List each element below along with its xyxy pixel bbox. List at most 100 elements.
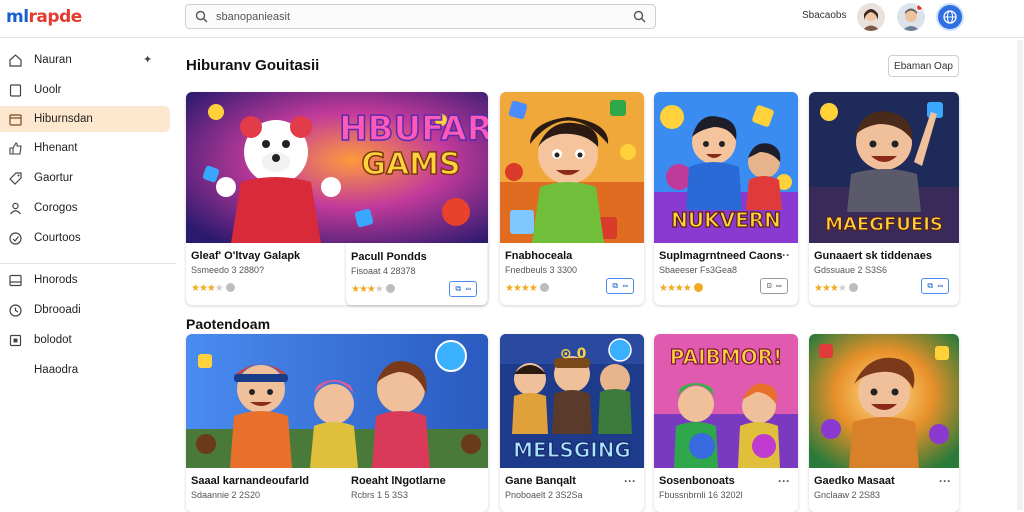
game-title[interactable]: Sosenbonoats bbox=[659, 475, 735, 487]
open-button[interactable]: ⧉ ▭ bbox=[921, 278, 949, 294]
search-bar[interactable] bbox=[185, 4, 656, 29]
game-subtitle: Fbussnbrnli 16 3202l bbox=[659, 490, 743, 500]
logo-part-1: ml bbox=[6, 7, 29, 27]
section-title-recommended: Paotendoam bbox=[186, 316, 271, 332]
rating-stars: ★★★★ bbox=[814, 282, 858, 294]
bookmark-icon bbox=[8, 83, 23, 98]
game-thumbnail: ⊙ 0 MELSGING bbox=[500, 334, 644, 468]
rating-stars: ★★★★ bbox=[191, 282, 235, 294]
sidebar-item-label: Dbrooadi bbox=[34, 304, 81, 316]
game-card[interactable]: Fnabhoceala Fnedbeuls 3 3300 ★★★★ ⧉ ▭ bbox=[500, 92, 644, 305]
search-submit-icon[interactable] bbox=[633, 10, 646, 28]
sidebar-item-label: Hnorods bbox=[34, 274, 78, 286]
more-options-icon[interactable]: ··· bbox=[778, 248, 790, 262]
art-title-line-2: GAMS bbox=[361, 147, 460, 182]
sidebar: Nauran ✦ Uoolr Hiburnsdan Hhenant Gaortu… bbox=[0, 39, 176, 512]
rating-stars: ★★★★ bbox=[505, 282, 549, 294]
game-thumbnail: HBUFAR GAMS bbox=[186, 92, 488, 243]
game-title[interactable]: Pacull Pondds bbox=[351, 251, 427, 263]
game-subtitle: Rcbrs 1 5 3S3 bbox=[351, 490, 409, 500]
sidebar-item-label: Hhenant bbox=[34, 142, 78, 154]
more-options-icon[interactable]: ··· bbox=[939, 474, 951, 488]
section-title-featured: Hiburanv Gouitasii bbox=[186, 57, 320, 74]
logo[interactable]: mlrapde bbox=[6, 7, 82, 27]
art-title-line-1: HBUFAR bbox=[339, 109, 488, 149]
sidebar-item-label: Gaortur bbox=[34, 172, 73, 184]
home-icon bbox=[8, 53, 23, 68]
sidebar-item-label: Nauran bbox=[34, 54, 72, 66]
game-card[interactable]: Gaedko Masaat ··· Gnclaaw 2 2S83 bbox=[809, 334, 959, 512]
avatar-with-notification[interactable] bbox=[897, 3, 925, 31]
game-subtitle: Sbaeeser Fs3Gea8 bbox=[659, 265, 738, 275]
sidebar-item-dbrooadi[interactable]: Dbrooadi bbox=[0, 297, 170, 323]
game-thumbnail bbox=[500, 92, 644, 243]
view-all-button[interactable]: Ebaman Oap bbox=[888, 55, 959, 77]
sidebar-item-bolodot[interactable]: bolodot bbox=[0, 327, 170, 353]
sidebar-item-label: bolodot bbox=[34, 334, 72, 346]
top-bar: mlrapde Sbacaobs bbox=[0, 0, 1024, 38]
sidebar-item-label: Corogos bbox=[34, 202, 78, 214]
game-thumbnail: MAEGFUEIS bbox=[809, 92, 959, 243]
game-card[interactable]: ⊙ 0 MELSGING Gane Banqalt ··· Pnoboaelt … bbox=[500, 334, 644, 512]
sidebar-item-label: Uoolr bbox=[34, 84, 62, 96]
game-title[interactable]: Fnabhoceala bbox=[505, 250, 572, 262]
game-subtitle: Pnoboaelt 2 3S2Sa bbox=[505, 490, 583, 500]
game-thumbnail: NUKVERN bbox=[654, 92, 798, 243]
game-subtitle: Ssmeedo 3 2880? bbox=[191, 265, 265, 275]
rating-stars: ★★★★ bbox=[659, 282, 703, 294]
sidebar-divider bbox=[0, 263, 176, 264]
pin-icon[interactable]: ✦ bbox=[143, 53, 152, 66]
game-card[interactable]: Pacull Pondds Fisoaat 4 28378 ★★★★ ⧉ ▭ bbox=[346, 243, 487, 305]
globe-icon[interactable] bbox=[936, 3, 964, 31]
sidebar-item-haaodra[interactable]: Haaodra bbox=[0, 357, 170, 383]
open-button[interactable]: ⧉ ▭ bbox=[449, 281, 477, 297]
sidebar-item-hnorods[interactable]: Hnorods bbox=[0, 267, 170, 293]
thumbs-up-icon bbox=[8, 141, 23, 156]
game-title[interactable]: Saaal karnandeoufarld bbox=[191, 475, 309, 487]
game-card[interactable]: Roeaht lNgotlarne Rcbrs 1 5 3S3 bbox=[346, 468, 487, 512]
art-title: MAEGFUEIS bbox=[825, 214, 943, 235]
sidebar-item-nauran[interactable]: Nauran ✦ bbox=[0, 47, 170, 73]
game-card[interactable]: PAIBMOR! Sosenbonoats ··· Fbussnbrnli 16… bbox=[654, 334, 798, 512]
game-thumbnail: PAIBMOR! bbox=[654, 334, 798, 468]
sidebar-item-hiburnsdan[interactable]: Hiburnsdan bbox=[0, 106, 170, 132]
sidebar-item-label: Haaodra bbox=[34, 364, 79, 376]
art-title: NUKVERN bbox=[671, 208, 781, 232]
cloud-icon bbox=[8, 231, 23, 246]
open-button[interactable]: ⊡ ▭ bbox=[760, 278, 788, 294]
more-options-icon[interactable]: ··· bbox=[778, 474, 790, 488]
game-title[interactable]: Suplmagrntneed Caons bbox=[659, 250, 782, 262]
game-card[interactable]: NUKVERN Suplmagrntneed Caons ··· Sbaeese… bbox=[654, 92, 798, 305]
search-input[interactable] bbox=[216, 8, 606, 25]
game-title[interactable]: Roeaht lNgotlarne bbox=[351, 475, 446, 487]
sidebar-item-corogos[interactable]: Corogos bbox=[0, 195, 170, 221]
art-badge: ⊙ 0 bbox=[560, 346, 587, 362]
game-title[interactable]: Gaedko Masaat bbox=[814, 475, 895, 487]
avatar[interactable] bbox=[857, 3, 885, 31]
more-options-icon[interactable]: ··· bbox=[624, 474, 636, 488]
art-title: PAIBMOR! bbox=[670, 345, 782, 369]
game-title[interactable]: Gunaaert sk tiddenaes bbox=[814, 250, 932, 262]
game-title[interactable]: Gleaf' O'ltvay Galapk bbox=[191, 250, 300, 262]
notification-dot bbox=[916, 4, 923, 11]
tag-icon bbox=[8, 171, 23, 186]
sidebar-item-uoolr[interactable]: Uoolr bbox=[0, 77, 170, 103]
game-title[interactable]: Gane Banqalt bbox=[505, 475, 576, 487]
sidebar-item-label: Hiburnsdan bbox=[34, 113, 93, 125]
game-card[interactable]: MAEGFUEIS Gunaaert sk tiddenaes Gdssuaue… bbox=[809, 92, 959, 305]
art-title: MELSGING bbox=[513, 438, 631, 462]
scrollbar[interactable] bbox=[1017, 40, 1023, 510]
inbox-icon bbox=[8, 273, 23, 288]
game-subtitle: Gnclaaw 2 2S83 bbox=[814, 490, 881, 500]
sidebar-item-gaortur[interactable]: Gaortur bbox=[0, 165, 170, 191]
rating-stars: ★★★★ bbox=[351, 283, 395, 295]
game-subtitle: Gdssuaue 2 S3S6 bbox=[814, 265, 888, 275]
open-button[interactable]: ⧉ ▭ bbox=[606, 278, 634, 294]
user-icon bbox=[8, 201, 23, 216]
sidebar-item-courtoos[interactable]: Courtoos bbox=[0, 225, 170, 251]
folder-icon bbox=[8, 112, 23, 127]
game-subtitle: Fisoaat 4 28378 bbox=[351, 266, 416, 276]
search-icon bbox=[195, 10, 208, 28]
sidebar-item-hhenant[interactable]: Hhenant bbox=[0, 135, 170, 161]
user-label[interactable]: Sbacaobs bbox=[802, 10, 846, 21]
